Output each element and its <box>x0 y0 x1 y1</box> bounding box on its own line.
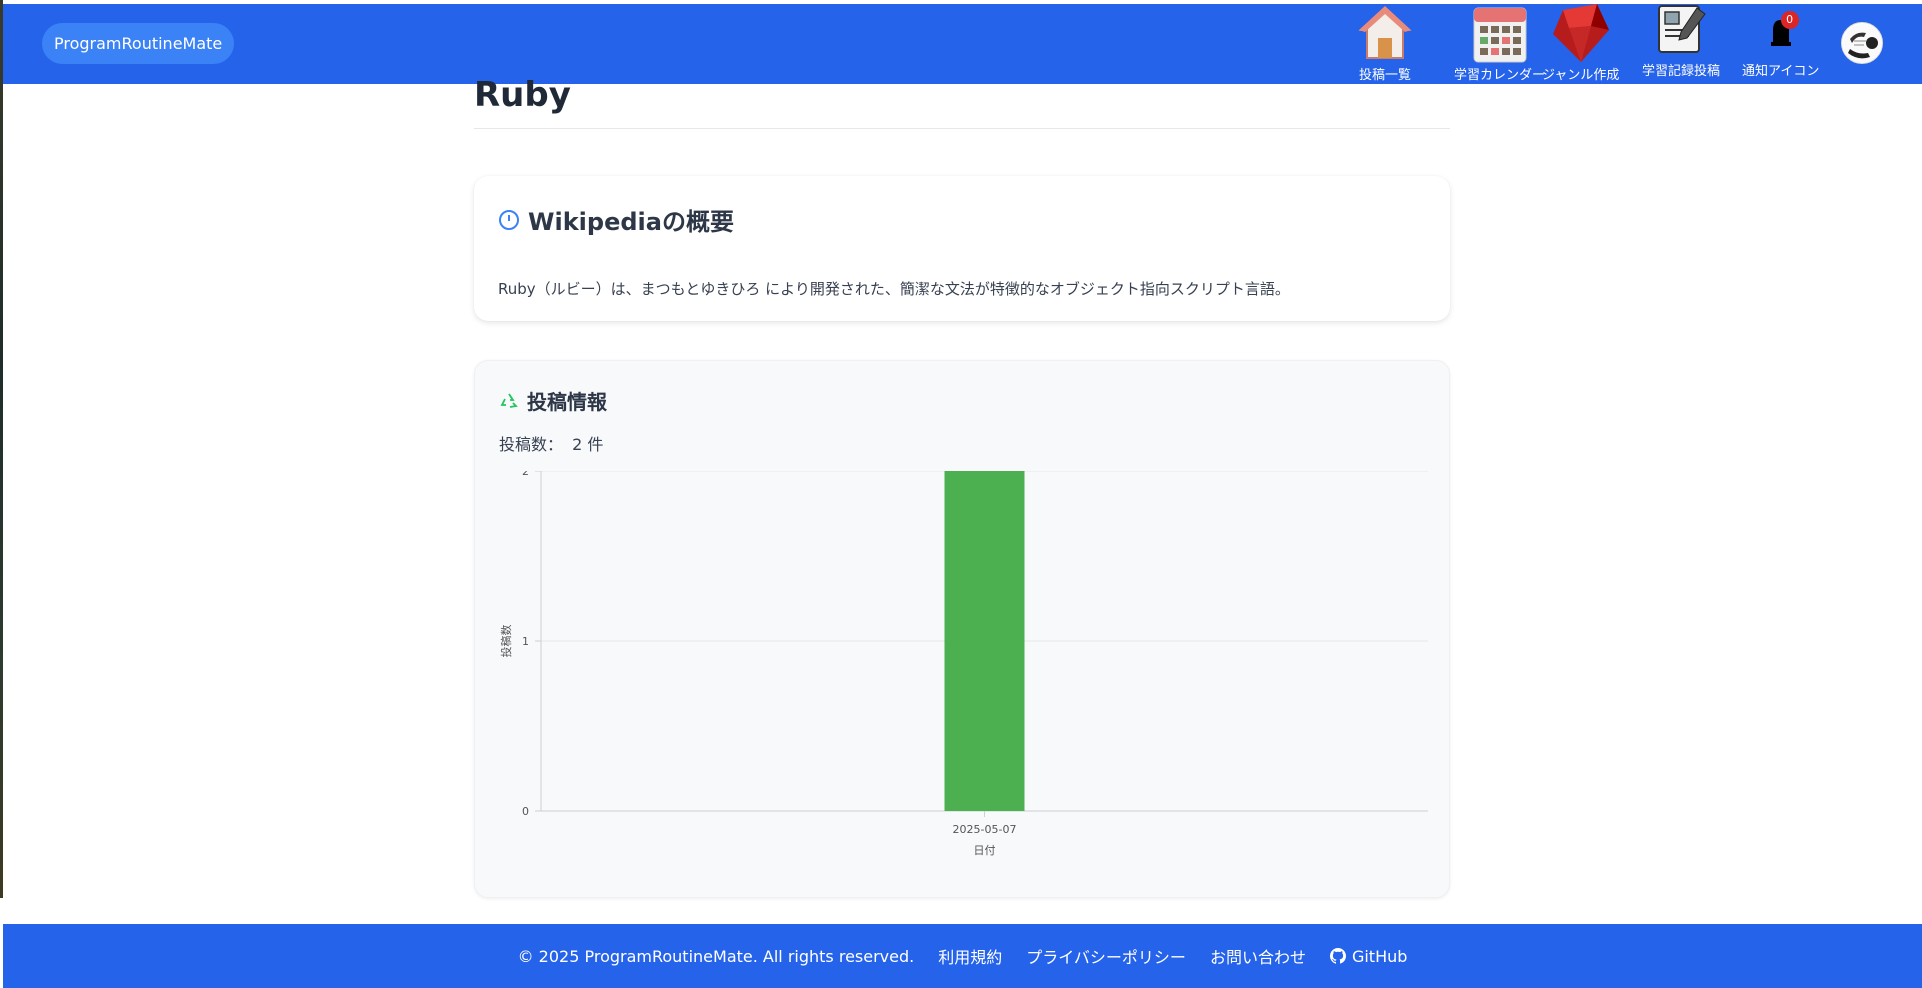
footer-privacy-link[interactable]: プライバシーポリシー <box>1026 944 1186 968</box>
y-tick-label: 0 <box>522 805 529 818</box>
post-info-title-text: 投稿情報 <box>527 390 607 414</box>
wikipedia-summary-card: Wikipediaの概要 Ruby（ルビー）は、まつもとゆきひろ により開発され… <box>474 176 1450 321</box>
y-tick-label: 1 <box>522 635 529 648</box>
x-tick-label: 2025-05-07 <box>953 823 1017 836</box>
house-icon <box>1357 4 1413 66</box>
post-count-value: 2 件 <box>572 435 604 454</box>
x-axis-label: 日付 <box>974 844 996 857</box>
y-tick-label: 2 <box>522 471 529 478</box>
footer: © 2025 ProgramRoutineMate. All rights re… <box>3 924 1922 988</box>
nav-notifications-label: 通知アイコン <box>1742 64 1820 79</box>
page-title: Ruby <box>474 78 1450 129</box>
user-avatar-icon <box>1841 22 1883 64</box>
nav-posts-list[interactable]: 投稿一覧 <box>1357 4 1413 84</box>
nav-calendar[interactable]: 学習カレンダー <box>1454 4 1545 84</box>
post-count-label: 投稿数： <box>499 435 564 454</box>
top-navbar: ProgramRoutineMate 投稿一覧 学習カレンダー ジャンル作成 学… <box>3 4 1922 84</box>
post-count: 投稿数： 2 件 <box>499 431 607 455</box>
wikipedia-title-text: Wikipediaの概要 <box>528 208 734 236</box>
wikipedia-summary-text: Ruby（ルビー）は、まつもとゆきひろ により開発された、簡潔な文法が特徴的なオ… <box>498 280 1290 298</box>
notification-count-badge: 0 <box>1780 11 1799 29</box>
post-info-card: 投稿情報 投稿数： 2 件 0 1 2 2025-05-07 日付 投稿数 <box>474 360 1450 898</box>
recycle-icon <box>499 391 519 411</box>
chart-bar <box>944 471 1025 811</box>
document-pen-icon <box>1653 4 1709 66</box>
calendar-icon <box>1472 4 1528 66</box>
bell-icon: 0 <box>1753 4 1809 60</box>
user-avatar[interactable] <box>1841 22 1883 66</box>
ruby-gem-icon <box>1552 4 1609 66</box>
main-content: Ruby Wikipediaの概要 Ruby（ルビー）は、まつもとゆきひろ によ… <box>474 78 1450 898</box>
nav-record-post[interactable]: 学習記録投稿 <box>1642 4 1720 84</box>
footer-github-link[interactable]: GitHub <box>1329 946 1408 966</box>
posts-bar-chart: 0 1 2 2025-05-07 日付 投稿数 <box>499 471 1428 857</box>
post-info-title: 投稿情報 <box>499 386 607 415</box>
footer-terms-link[interactable]: 利用規約 <box>938 944 1002 968</box>
nav-notifications[interactable]: 0 通知アイコン <box>1742 4 1819 84</box>
clock-info-icon <box>498 209 520 231</box>
nav-genre-create-label: ジャンル作成 <box>1542 68 1620 83</box>
background-edge <box>0 0 3 898</box>
y-axis-label: 投稿数 <box>499 625 513 658</box>
github-icon <box>1329 948 1346 964</box>
nav-genre-create[interactable]: ジャンル作成 <box>1542 4 1619 84</box>
nav-calendar-label: 学習カレンダー <box>1454 68 1546 83</box>
footer-contact-link[interactable]: お問い合わせ <box>1210 944 1306 968</box>
footer-copyright: © 2025 ProgramRoutineMate. All rights re… <box>517 946 915 966</box>
wikipedia-card-title: Wikipediaの概要 <box>498 202 734 237</box>
brand-logo-button[interactable]: ProgramRoutineMate <box>42 23 235 64</box>
footer-github-label: GitHub <box>1351 946 1408 966</box>
